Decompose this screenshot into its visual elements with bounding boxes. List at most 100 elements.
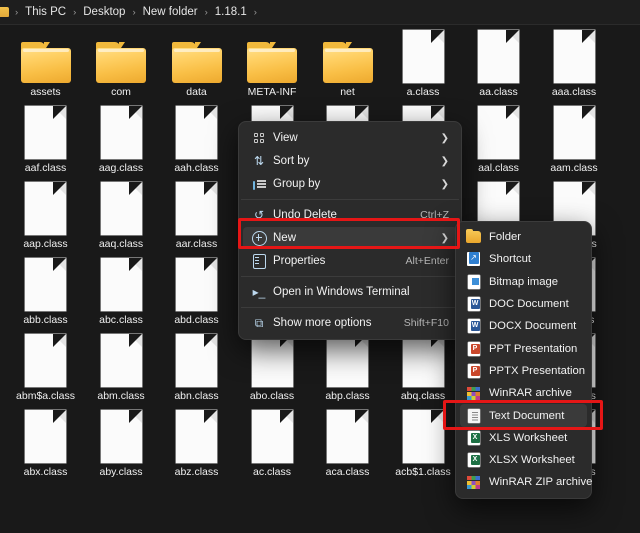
submenu-item-bitmap-image[interactable]: Bitmap image bbox=[460, 271, 587, 293]
file-item[interactable]: aa.class bbox=[461, 27, 536, 98]
file-icon bbox=[159, 407, 234, 463]
file-item[interactable]: aam.class bbox=[537, 103, 612, 174]
powerpoint-ppt-icon bbox=[466, 341, 482, 357]
menu-item-accelerator: Alt+Enter bbox=[406, 255, 449, 267]
file-item[interactable]: abc.class bbox=[84, 255, 159, 326]
file-icon bbox=[310, 407, 385, 463]
file-item[interactable]: ac.class bbox=[235, 407, 310, 478]
chevron-right-icon: ❯ bbox=[441, 179, 449, 190]
menu-item-accelerator: Ctrl+Z bbox=[420, 209, 449, 221]
file-icon bbox=[235, 407, 310, 463]
breadcrumb: › This PC › Desktop › New folder › 1.18.… bbox=[0, 0, 640, 25]
file-item[interactable]: aag.class bbox=[84, 103, 159, 174]
file-item[interactable]: abz.class bbox=[159, 407, 234, 478]
context-menu-item-new[interactable]: New❯ bbox=[243, 227, 457, 249]
file-item[interactable]: aaq.class bbox=[84, 179, 159, 250]
context-menu-item-undo-delete[interactable]: ↺Undo DeleteCtrl+Z bbox=[243, 204, 457, 226]
submenu-item-folder[interactable]: Folder bbox=[460, 226, 587, 248]
folder-item[interactable]: assets bbox=[8, 27, 83, 98]
file-item[interactable]: aca.class bbox=[310, 407, 385, 478]
submenu-item-label: XLS Worksheet bbox=[489, 432, 581, 444]
new-plus-icon bbox=[249, 230, 269, 246]
context-menu: View❯⇅Sort by❯Group by❯↺Undo DeleteCtrl+… bbox=[238, 121, 462, 340]
submenu-item-winrar-zip-archive[interactable]: WinRAR ZIP archive bbox=[460, 471, 587, 493]
file-icon bbox=[461, 103, 536, 159]
properties-icon bbox=[249, 253, 269, 269]
new-submenu: FolderShortcut Bitmap image DOC DocumentDO… bbox=[455, 221, 592, 499]
file-item[interactable]: abx.class bbox=[8, 407, 83, 478]
submenu-item-winrar-archive[interactable]: WinRAR archive bbox=[460, 382, 587, 404]
word-docx-icon bbox=[466, 318, 482, 334]
file-item[interactable]: abn.class bbox=[159, 331, 234, 402]
folder-icon bbox=[8, 27, 83, 83]
submenu-item-doc-document[interactable]: DOC Document bbox=[460, 293, 587, 315]
context-menu-item-sort-by[interactable]: ⇅Sort by❯ bbox=[243, 150, 457, 172]
context-menu-item-open-in-windows-terminal[interactable]: ▸_Open in Windows Terminal bbox=[243, 281, 457, 303]
submenu-item-label: WinRAR ZIP archive bbox=[489, 476, 592, 488]
file-item[interactable]: aaa.class bbox=[537, 27, 612, 98]
file-icon bbox=[84, 179, 159, 235]
file-icon bbox=[8, 331, 83, 387]
file-item[interactable]: a.class bbox=[386, 27, 461, 98]
context-menu-item-view[interactable]: View❯ bbox=[243, 127, 457, 149]
submenu-item-xls-worksheet[interactable]: XLS Worksheet bbox=[460, 427, 587, 449]
file-item[interactable]: abp.class bbox=[310, 331, 385, 402]
menu-item-label: Properties bbox=[269, 255, 396, 267]
file-item[interactable]: acb$1.class bbox=[386, 407, 461, 478]
folder-item[interactable]: data bbox=[159, 27, 234, 98]
item-label: abm.class bbox=[84, 390, 159, 402]
file-item[interactable]: aaf.class bbox=[8, 103, 83, 174]
file-item[interactable]: aby.class bbox=[84, 407, 159, 478]
submenu-item-shortcut[interactable]: Shortcut bbox=[460, 248, 587, 270]
excel-xls-icon bbox=[466, 430, 482, 446]
file-icon bbox=[8, 255, 83, 311]
submenu-item-label: Bitmap image bbox=[489, 276, 581, 288]
menu-item-label: New bbox=[269, 232, 433, 244]
menu-item-label: View bbox=[269, 132, 433, 144]
breadcrumb-item-this-pc[interactable]: This PC bbox=[22, 4, 69, 20]
file-icon bbox=[159, 103, 234, 159]
file-item[interactable]: abd.class bbox=[159, 255, 234, 326]
group-icon bbox=[249, 176, 269, 192]
file-icon bbox=[537, 27, 612, 83]
breadcrumb-separator: › bbox=[11, 7, 22, 18]
text-document-icon bbox=[466, 408, 482, 424]
item-label: aah.class bbox=[159, 162, 234, 174]
item-label: aap.class bbox=[8, 238, 83, 250]
folder-item[interactable]: com bbox=[84, 27, 159, 98]
context-menu-item-group-by[interactable]: Group by❯ bbox=[243, 173, 457, 195]
item-label: aby.class bbox=[84, 466, 159, 478]
file-item[interactable]: aal.class bbox=[461, 103, 536, 174]
breadcrumb-item-new-folder[interactable]: New folder bbox=[140, 4, 201, 20]
breadcrumb-separator: › bbox=[250, 7, 261, 18]
file-item[interactable]: abm.class bbox=[84, 331, 159, 402]
context-menu-item-show-more-options[interactable]: ⧉Show more optionsShift+F10 bbox=[243, 312, 457, 334]
file-item[interactable]: abb.class bbox=[8, 255, 83, 326]
file-item[interactable]: aar.class bbox=[159, 179, 234, 250]
winrar-zip-icon bbox=[466, 474, 482, 490]
file-item[interactable]: aah.class bbox=[159, 103, 234, 174]
file-icon bbox=[159, 255, 234, 311]
submenu-item-text-document[interactable]: Text Document bbox=[460, 404, 587, 426]
breadcrumb-item-desktop[interactable]: Desktop bbox=[80, 4, 128, 20]
file-item[interactable]: abm$a.class bbox=[8, 331, 83, 402]
context-menu-item-properties[interactable]: Properties Alt+Enter bbox=[243, 250, 457, 272]
file-item[interactable]: abo.class bbox=[235, 331, 310, 402]
file-item[interactable]: aap.class bbox=[8, 179, 83, 250]
item-label: data bbox=[159, 86, 234, 98]
submenu-item-xlsx-worksheet[interactable]: XLSX Worksheet bbox=[460, 449, 587, 471]
submenu-item-label: Text Document bbox=[489, 410, 581, 422]
view-grid-icon bbox=[249, 130, 269, 146]
breadcrumb-item-1-18-1[interactable]: 1.18.1 bbox=[212, 4, 250, 20]
folder-item[interactable]: META-INF bbox=[235, 27, 310, 98]
more-options-icon: ⧉ bbox=[249, 315, 269, 331]
item-label: aa.class bbox=[461, 86, 536, 98]
file-item[interactable]: abq.class bbox=[386, 331, 461, 402]
submenu-item-docx-document[interactable]: DOCX Document bbox=[460, 315, 587, 337]
folder-icon bbox=[0, 7, 9, 17]
folder-item[interactable]: net bbox=[310, 27, 385, 98]
menu-separator bbox=[241, 199, 459, 200]
file-icon bbox=[84, 407, 159, 463]
submenu-item-pptx-presentation[interactable]: PPTX Presentation bbox=[460, 360, 587, 382]
submenu-item-ppt-presentation[interactable]: PPT Presentation bbox=[460, 337, 587, 359]
